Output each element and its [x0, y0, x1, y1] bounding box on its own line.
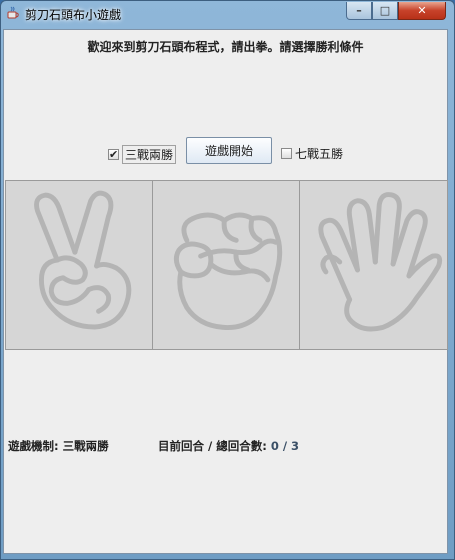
scissors-button[interactable] — [5, 180, 153, 350]
hand-choices — [5, 180, 449, 350]
best-of-seven-option[interactable]: 七戰五勝 — [281, 145, 343, 162]
content-panel: 歡迎來到剪刀石頭布程式，請出拳。請選擇勝利條件 ✔ 三戰兩勝 遊戲開始 七戰五勝 — [3, 29, 449, 554]
rock-fist-icon — [173, 212, 282, 331]
welcome-message: 歡迎來到剪刀石頭布程式，請出拳。請選擇勝利條件 — [87, 40, 364, 54]
best-of-three-checkbox[interactable]: ✔ — [108, 149, 119, 160]
minimize-button[interactable]: – — [346, 2, 372, 20]
title-bar[interactable]: 剪刀石頭布小遊戲 – □ ✕ — [1, 1, 454, 27]
game-mode-status: 遊戲機制: 三戰兩勝 — [8, 438, 109, 454]
round-value: 0 / 3 — [270, 439, 300, 453]
scissors-hand-icon — [34, 190, 132, 330]
round-status: 目前回合 / 總回合數: 0 / 3 — [158, 438, 299, 454]
maximize-button[interactable]: □ — [372, 2, 398, 20]
rock-button[interactable] — [152, 180, 301, 350]
java-coffee-icon — [7, 6, 19, 19]
best-of-seven-checkbox[interactable] — [281, 148, 292, 159]
game-mode-label: 遊戲機制: — [8, 439, 59, 453]
round-label: 目前回合 / 總回合數: — [158, 439, 267, 453]
best-of-three-label: 三戰兩勝 — [122, 145, 177, 164]
paper-palm-icon — [318, 192, 443, 332]
app-window: 剪刀石頭布小遊戲 – □ ✕ 歡迎來到剪刀石頭布程式，請出拳。請選擇勝利條件 ✔… — [0, 0, 455, 560]
start-game-button[interactable]: 遊戲開始 — [186, 137, 272, 164]
paper-button[interactable] — [300, 180, 449, 350]
best-of-seven-label: 七戰五勝 — [295, 147, 344, 161]
best-of-three-option[interactable]: ✔ 三戰兩勝 — [108, 145, 177, 164]
close-button[interactable]: ✕ — [398, 2, 446, 20]
game-mode-value: 三戰兩勝 — [62, 439, 109, 453]
window-title: 剪刀石頭布小遊戲 — [25, 8, 122, 22]
